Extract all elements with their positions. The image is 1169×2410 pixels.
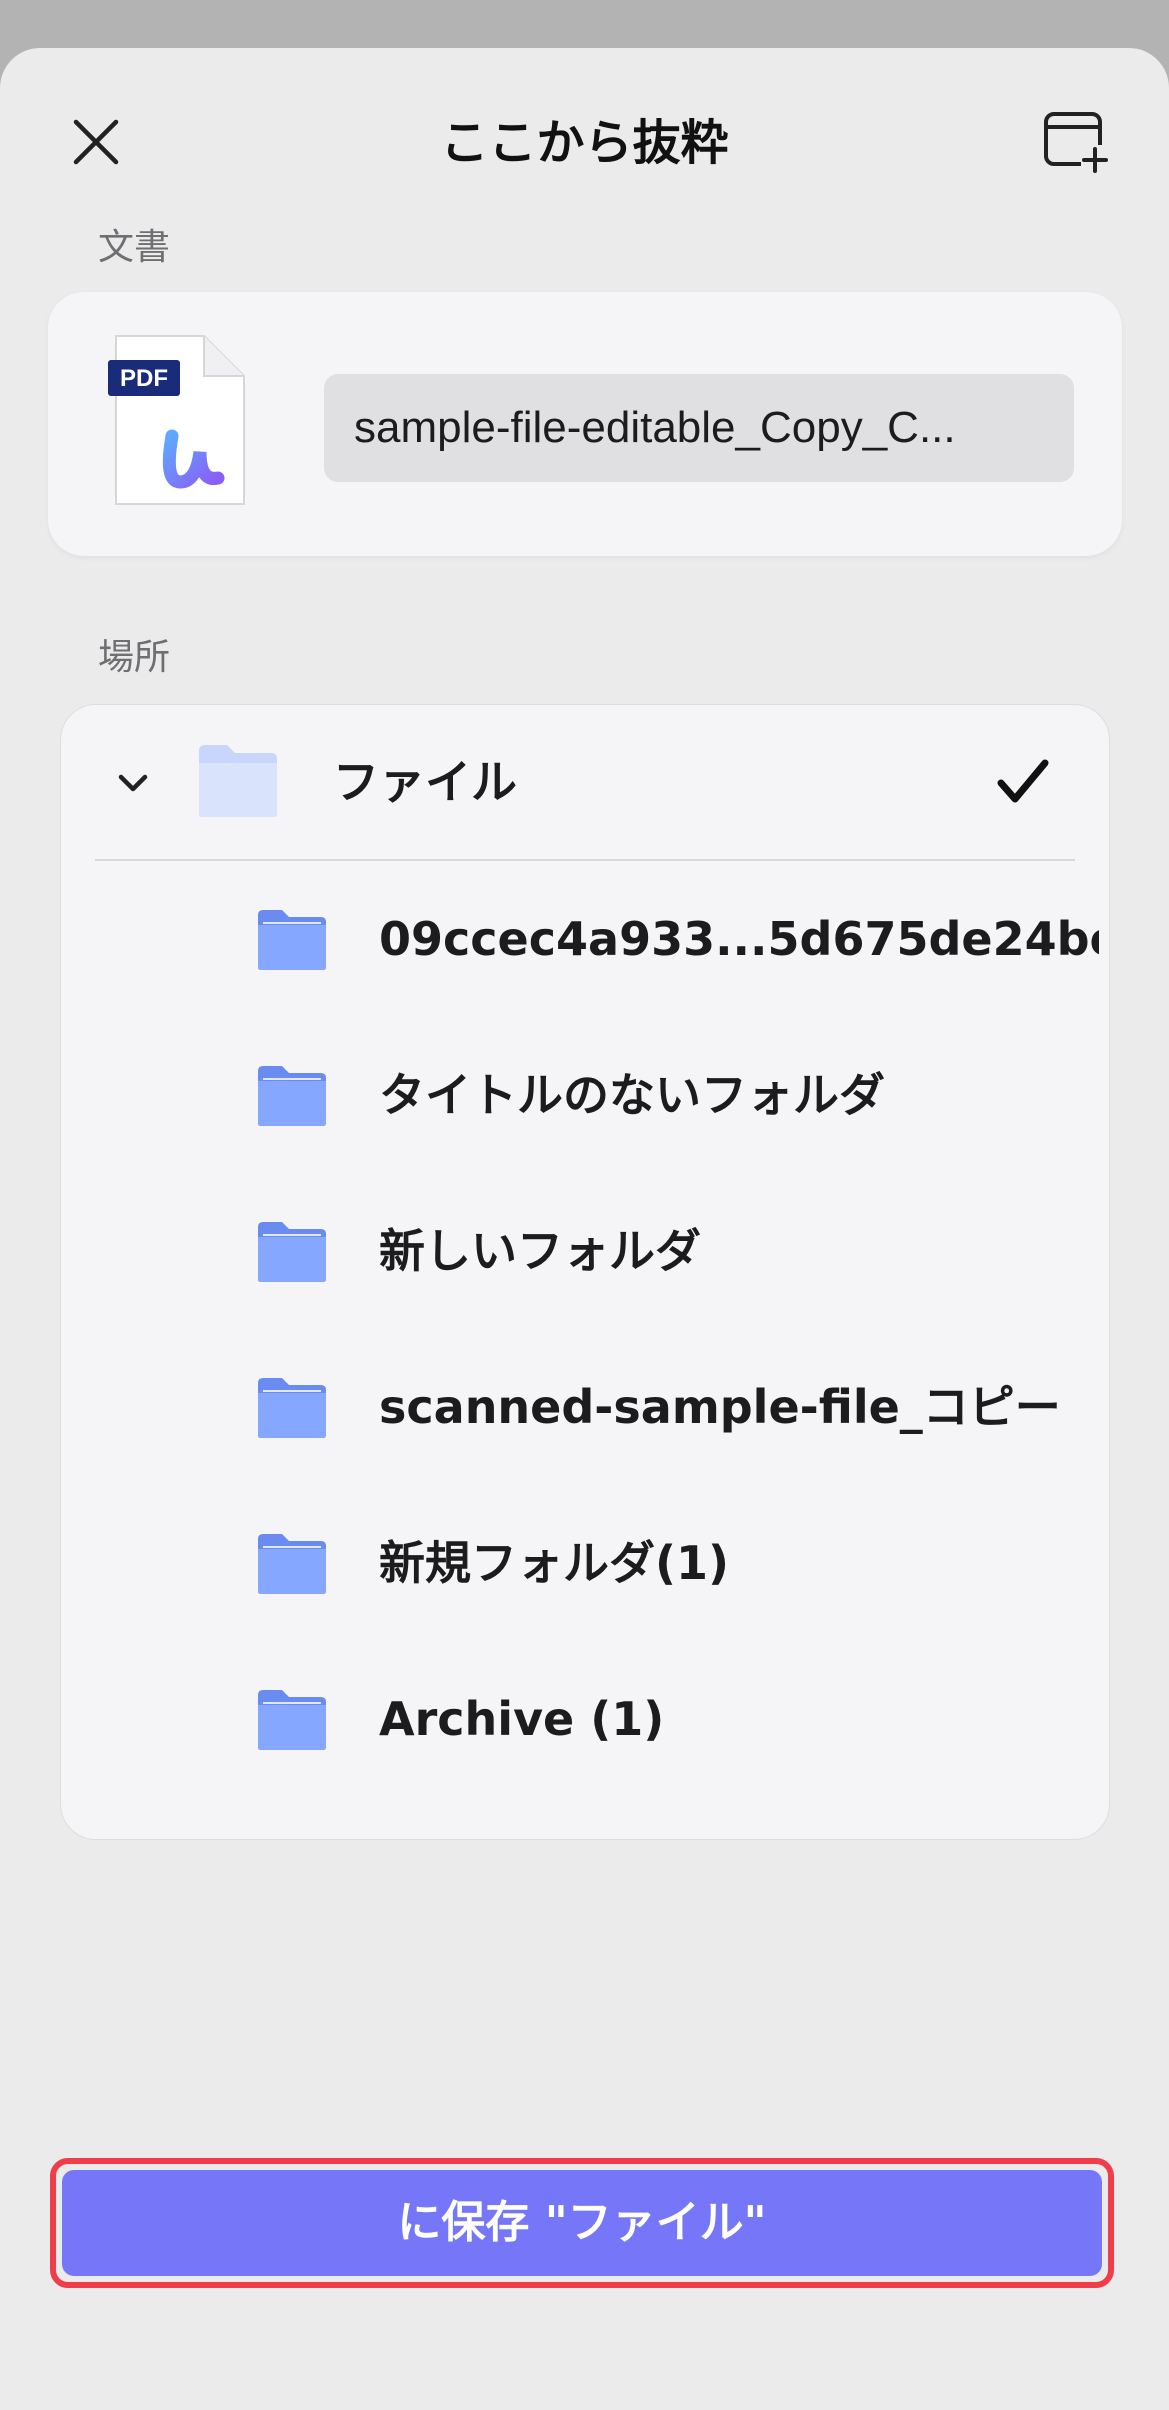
save-button[interactable]: に保存 "ファイル" xyxy=(62,2170,1102,2276)
folder-row-label: 新しいフォルダ xyxy=(379,1224,701,1278)
folder-row[interactable]: 09ccec4a933...5d675de24be xyxy=(61,861,1109,1017)
location-list-card: ファイル 09ccec4a933...5d675de24be タイトルのないフォ… xyxy=(60,704,1110,1840)
folder-row[interactable]: 新規フォルダ(1) xyxy=(61,1485,1109,1641)
folder-icon xyxy=(199,745,277,817)
document-card: PDF sample-file-editable_Copy_C... xyxy=(48,292,1122,556)
folder-icon xyxy=(258,1222,326,1282)
document-section-label: 文書 xyxy=(98,227,171,268)
folder-row[interactable]: 新しいフォルダ xyxy=(61,1173,1109,1329)
folder-row-root-label: ファイル xyxy=(333,755,517,809)
save-sheet: ここから抜粋 文書 PDF sample-file-editable_Copy_… xyxy=(0,48,1169,2410)
location-section-label: 場所 xyxy=(98,637,171,678)
pdf-badge: PDF xyxy=(120,365,168,392)
chevron-down-icon[interactable] xyxy=(113,763,153,803)
folder-icon xyxy=(258,1690,326,1750)
checkmark-icon xyxy=(997,759,1049,803)
folder-row-label: scanned-sample-file_コピー xyxy=(379,1380,1061,1434)
folder-row-label: 09ccec4a933...5d675de24be xyxy=(379,912,1099,966)
folder-row[interactable]: タイトルのないフォルダ xyxy=(61,1017,1109,1173)
new-window-plus-icon xyxy=(1044,112,1109,173)
folder-row-label: 新規フォルダ(1) xyxy=(379,1536,730,1590)
folder-row[interactable]: scanned-sample-file_コピー xyxy=(61,1329,1109,1485)
new-window-button[interactable] xyxy=(1036,102,1116,182)
document-name-field[interactable]: sample-file-editable_Copy_C... xyxy=(324,374,1074,482)
folder-icon xyxy=(258,1534,326,1594)
folder-row-label: Archive (1) xyxy=(379,1692,665,1746)
folder-row-label: タイトルのないフォルダ xyxy=(379,1068,885,1122)
folder-row[interactable]: Archive (1) xyxy=(61,1641,1109,1797)
folder-icon xyxy=(258,1066,326,1126)
pdf-file-icon: PDF xyxy=(108,335,245,505)
subfolder-list: 09ccec4a933...5d675de24be タイトルのないフォルダ 新し… xyxy=(61,861,1109,1797)
folder-icon xyxy=(258,910,326,970)
folder-icon xyxy=(258,1378,326,1438)
folder-row-root[interactable]: ファイル xyxy=(61,705,1109,859)
page-title: ここから抜粋 xyxy=(440,115,729,171)
